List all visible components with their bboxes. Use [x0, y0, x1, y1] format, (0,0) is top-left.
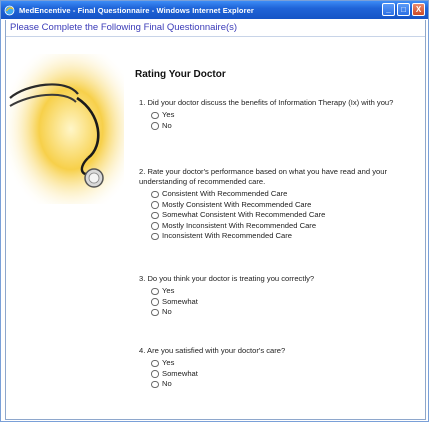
question-1: 1. Did your doctor discuss the benefits …: [139, 98, 421, 131]
radio-button[interactable]: [151, 370, 159, 378]
radio-button[interactable]: [151, 287, 159, 295]
minimize-button[interactable]: _: [382, 3, 395, 16]
close-button[interactable]: X: [412, 3, 425, 16]
question-text: 2. Rate your doctor's performance based …: [139, 167, 387, 186]
section-title: Rating Your Doctor: [135, 69, 226, 80]
radio-button[interactable]: [151, 122, 159, 130]
radio-option[interactable]: Mostly Inconsistent With Recommended Car…: [151, 221, 421, 232]
radio-button[interactable]: [151, 380, 159, 388]
stethoscope-image: [6, 54, 124, 204]
page-heading: Please Complete the Following Final Ques…: [10, 22, 238, 33]
radio-option[interactable]: Yes: [151, 110, 421, 121]
question-text: 4. Are you satisfied with your doctor's …: [139, 346, 286, 355]
radio-button[interactable]: [151, 222, 159, 230]
question-text: 3. Do you think your doctor is treating …: [139, 274, 315, 283]
question-4: 4. Are you satisfied with your doctor's …: [139, 346, 421, 390]
radio-option[interactable]: Inconsistent With Recommended Care: [151, 231, 421, 242]
heading-divider: [6, 36, 425, 37]
window-title: MedEncentive - Final Questionnaire - Win…: [19, 5, 254, 15]
radio-button[interactable]: [151, 190, 159, 198]
radio-option[interactable]: Yes: [151, 358, 421, 369]
radio-option[interactable]: No: [151, 121, 421, 132]
radio-option[interactable]: No: [151, 307, 421, 318]
ie-icon: [4, 5, 15, 16]
radio-button[interactable]: [151, 298, 159, 306]
title-bar[interactable]: MedEncentive - Final Questionnaire - Win…: [1, 1, 428, 19]
radio-button[interactable]: [151, 201, 159, 209]
radio-option[interactable]: No: [151, 379, 421, 390]
radio-button[interactable]: [151, 111, 159, 119]
browser-window: MedEncentive - Final Questionnaire - Win…: [0, 0, 429, 422]
radio-option[interactable]: Yes: [151, 286, 421, 297]
question-3: 3. Do you think your doctor is treating …: [139, 274, 421, 318]
radio-button[interactable]: [151, 211, 159, 219]
radio-button[interactable]: [151, 232, 159, 240]
radio-button[interactable]: [151, 308, 159, 316]
question-2: 2. Rate your doctor's performance based …: [139, 167, 421, 242]
radio-option[interactable]: Somewhat: [151, 297, 421, 308]
radio-option[interactable]: Consistent With Recommended Care: [151, 189, 421, 200]
radio-option[interactable]: Somewhat Consistent With Recommended Car…: [151, 210, 421, 221]
radio-option[interactable]: Mostly Consistent With Recommended Care: [151, 200, 421, 211]
page-content: Please Complete the Following Final Ques…: [5, 20, 426, 420]
radio-button[interactable]: [151, 359, 159, 367]
maximize-button[interactable]: □: [397, 3, 410, 16]
radio-option[interactable]: Somewhat: [151, 369, 421, 380]
question-text: 1. Did your doctor discuss the benefits …: [139, 98, 394, 107]
